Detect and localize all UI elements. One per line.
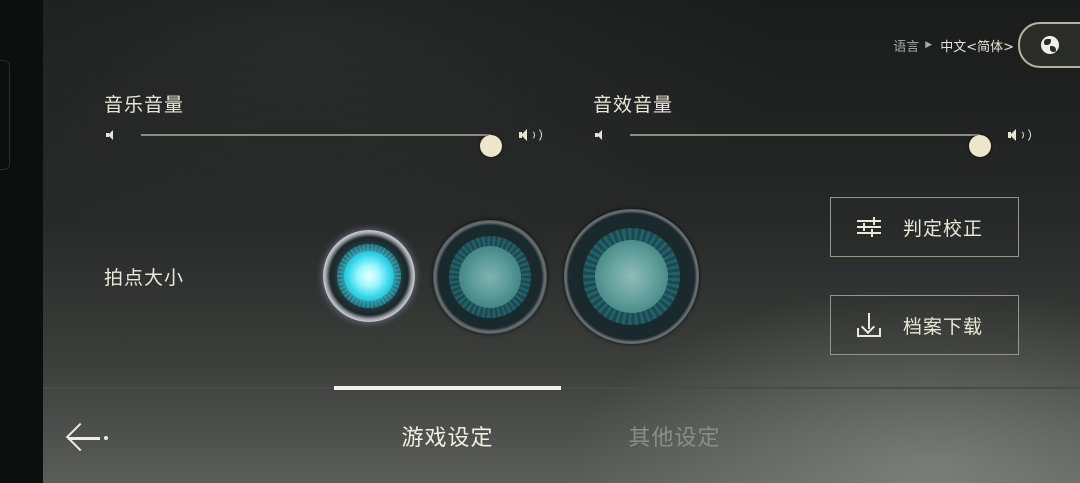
settings-screen: 语言 ▶ 中文<简体> 音乐音量 音效音量 拍点大小 判定校正 档案下载 游戏设… — [0, 0, 1080, 483]
download-label: 档案下载 — [903, 315, 984, 338]
music-volume-slider[interactable] — [141, 134, 502, 157]
note-size-medium-option[interactable] — [433, 220, 547, 334]
volume-low-icon — [106, 129, 116, 141]
sfx-volume-slider[interactable] — [630, 134, 991, 157]
bottom-divider — [43, 387, 1080, 389]
globe-icon — [1041, 36, 1059, 54]
active-tab-indicator — [334, 386, 561, 390]
calibration-label: 判定校正 — [903, 217, 984, 240]
edge-handle — [0, 60, 10, 170]
tab-other-settings[interactable]: 其他设定 — [561, 420, 788, 452]
language-value[interactable]: 中文<简体> — [940, 36, 1014, 55]
music-volume-label: 音乐音量 — [104, 94, 185, 116]
volume-low-icon — [595, 129, 605, 141]
left-edge-panel — [0, 0, 43, 483]
tab-game-settings[interactable]: 游戏设定 — [334, 420, 561, 452]
sfx-volume-label: 音效音量 — [593, 94, 674, 116]
music-volume-thumb[interactable] — [480, 135, 502, 157]
note-size-large-option[interactable] — [564, 209, 699, 344]
sfx-volume-section: 音效音量 — [593, 90, 1033, 157]
download-icon — [855, 311, 883, 339]
sfx-volume-thumb[interactable] — [969, 135, 991, 157]
music-volume-row — [104, 123, 544, 157]
note-size-small-option[interactable] — [323, 230, 415, 322]
language-selector[interactable]: 语言 ▶ 中文<简体> — [893, 22, 1080, 68]
download-button[interactable]: 档案下载 — [830, 295, 1019, 355]
sliders-icon — [855, 213, 883, 241]
volume-high-icon — [1008, 127, 1032, 143]
volume-high-icon — [519, 127, 543, 143]
calibration-button[interactable]: 判定校正 — [830, 197, 1019, 257]
language-label: 语言 — [893, 39, 920, 55]
music-volume-section: 音乐音量 — [104, 90, 544, 157]
back-button[interactable] — [64, 420, 112, 456]
sfx-volume-row — [593, 123, 1033, 157]
note-size-label: 拍点大小 — [104, 267, 185, 289]
caret-right-icon: ▶ — [925, 40, 933, 50]
language-button[interactable] — [1018, 22, 1080, 68]
